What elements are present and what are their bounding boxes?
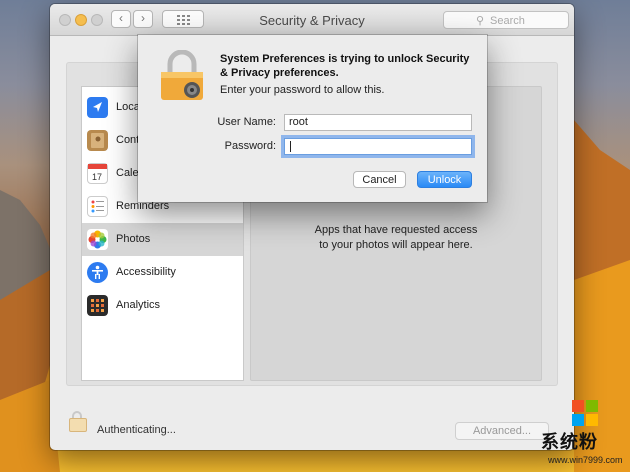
- username-field[interactable]: root: [284, 114, 472, 131]
- password-field[interactable]: [284, 138, 472, 155]
- empty-state-line-1: Apps that have requested access: [314, 224, 478, 236]
- list-item-accessibility[interactable]: Accessibility: [82, 256, 243, 289]
- watermark-url: www.win7999.com: [548, 455, 623, 465]
- authenticating-status: Authenticating...: [97, 424, 176, 436]
- calendar-icon: 17: [87, 163, 108, 184]
- list-item-label: Photos: [116, 233, 151, 245]
- padlock-icon: [161, 50, 203, 100]
- password-label: Password:: [224, 140, 276, 152]
- dialog-title: System Preferences is trying to unlock S…: [220, 53, 470, 79]
- search-placeholder: Search: [490, 15, 525, 27]
- list-item-label: Accessibility: [116, 266, 176, 278]
- accessibility-person-icon: [87, 262, 108, 283]
- empty-state-line-2: to your photos will appear here.: [319, 239, 473, 251]
- location-arrow-icon: [87, 97, 108, 118]
- unlock-auth-dialog: System Preferences is trying to unlock S…: [138, 35, 487, 202]
- text-caret: [290, 141, 291, 152]
- list-item-photos[interactable]: Photos: [82, 223, 243, 256]
- list-item-label: Analytics: [116, 299, 161, 311]
- svg-text:17: 17: [92, 172, 102, 182]
- dialog-subtitle: Enter your password to allow this.: [220, 84, 385, 96]
- empty-state-message: Apps that have requested access to your …: [251, 223, 541, 253]
- username-label: User Name:: [217, 116, 276, 128]
- photos-flower-icon: [87, 229, 108, 250]
- analytics-grid-icon: [87, 295, 108, 316]
- list-item-analytics[interactable]: Analytics: [82, 289, 243, 322]
- watermark-brand: 系统粉: [541, 432, 598, 453]
- search-icon: ⚲: [476, 15, 485, 27]
- cancel-button[interactable]: Cancel: [353, 171, 406, 188]
- title-bar: ‹ › Security & Privacy ⚲ Search: [50, 4, 574, 36]
- search-input[interactable]: ⚲ Search: [443, 11, 569, 29]
- advanced-button[interactable]: Advanced...: [455, 422, 549, 440]
- unlock-button[interactable]: Unlock: [417, 171, 472, 188]
- padlock-icon[interactable]: [69, 418, 87, 432]
- reminders-list-icon: [87, 196, 108, 217]
- contacts-book-icon: [87, 130, 108, 151]
